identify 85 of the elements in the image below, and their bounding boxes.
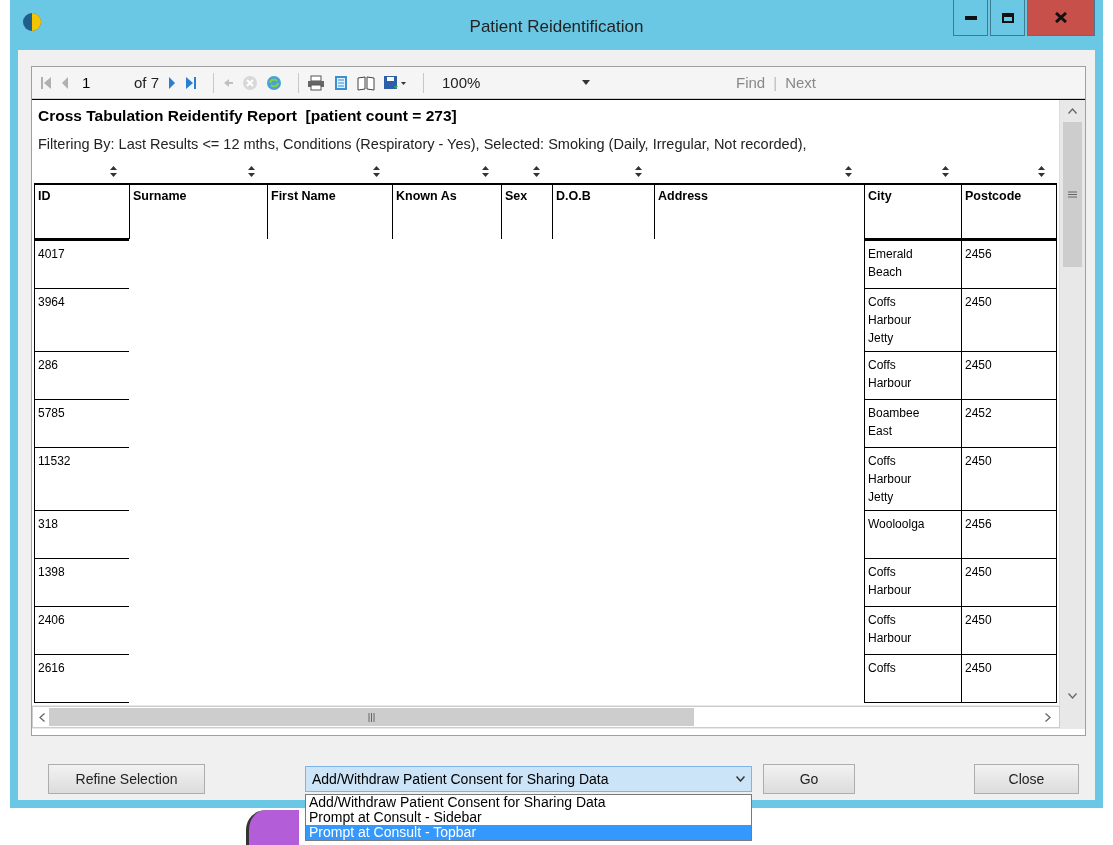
sort-icon[interactable] — [1038, 166, 1045, 177]
column-header: First Name — [267, 183, 392, 239]
table-cell-text: Boambee East — [868, 405, 921, 440]
maximize-button[interactable] — [990, 0, 1025, 36]
table-cell: 2456 — [961, 511, 1057, 559]
column-header: Known As — [392, 183, 501, 239]
table-cell: 2456 — [961, 241, 1057, 289]
window-title: Patient Reidentification — [468, 17, 645, 37]
chevron-down-icon — [1068, 693, 1077, 699]
sort-icon[interactable] — [248, 166, 255, 177]
print-icon[interactable] — [307, 74, 326, 91]
minimize-icon — [964, 15, 977, 20]
go-button[interactable]: Go — [763, 764, 855, 794]
page-number-field[interactable]: 1 — [78, 72, 130, 93]
chevron-left-icon — [39, 712, 45, 722]
page-count: of 7 — [134, 74, 160, 91]
column-header: Postcode — [961, 183, 1057, 241]
filter-description: Filtering By: Last Results <= 12 mths, Conditions (Respiratory - Yes), Selected: Smoking (Daily, Irregular, Not recorded), — [37, 135, 808, 154]
grip-icon — [368, 712, 375, 722]
table-cell: 2450 — [961, 607, 1057, 655]
save-icon[interactable] — [383, 74, 408, 91]
table-cell: 318 — [34, 511, 129, 559]
window-close-button[interactable] — [1027, 0, 1095, 36]
sort-icon[interactable] — [482, 166, 489, 177]
find-separator: | — [773, 74, 778, 91]
app-logo-icon — [22, 12, 42, 32]
sort-icon[interactable] — [373, 166, 380, 177]
table-cell: 4017 — [34, 241, 129, 289]
column-header: ID — [34, 183, 129, 241]
column-header: Address — [654, 183, 864, 239]
caret-icon — [582, 80, 591, 85]
chevron-down-icon — [736, 776, 745, 782]
sort-icon[interactable] — [845, 166, 852, 177]
scrollbar-thumb[interactable] — [49, 708, 694, 726]
column-header: Surname — [129, 183, 267, 239]
refresh-icon[interactable] — [266, 74, 283, 91]
background-shape — [246, 810, 299, 845]
dropdown-option[interactable]: Prompt at Consult - Sidebar — [306, 810, 751, 825]
book-icon[interactable] — [357, 74, 376, 91]
table-cell: 2450 — [961, 655, 1057, 703]
chevron-up-icon — [1068, 108, 1077, 114]
action-dropdown[interactable]: Add/Withdraw Patient Consent for Sharing Data — [305, 766, 752, 792]
table-cell: 2406 — [34, 607, 129, 655]
table-cell: 2450 — [961, 289, 1057, 352]
table-cell-text: Coffs Harbour Jetty — [868, 294, 913, 347]
close-icon — [1055, 12, 1067, 23]
table-cell-text: Coffs Harbour — [868, 612, 913, 647]
sort-icon[interactable] — [635, 166, 642, 177]
column-header: D.O.B — [552, 183, 654, 239]
close-button[interactable]: Close — [974, 764, 1079, 794]
table-cell: 2452 — [961, 400, 1057, 448]
horizontal-scrollbar[interactable] — [32, 706, 1060, 728]
next-page-icon[interactable] — [167, 74, 178, 91]
sort-icon[interactable] — [533, 166, 540, 177]
table-cell-text: Emerald Beach — [868, 246, 914, 281]
table-cell: 2450 — [961, 448, 1057, 511]
minimize-button[interactable] — [953, 0, 988, 36]
page-layout-icon[interactable] — [333, 74, 350, 91]
table-cell: 2616 — [34, 655, 129, 703]
table-cell: 3964 — [34, 289, 129, 352]
maximize-icon — [1001, 12, 1014, 23]
report-title: Cross Tabulation Reidentify Report [patient count = 273] — [37, 106, 458, 126]
sort-icon[interactable] — [942, 166, 949, 177]
column-header: City — [864, 183, 961, 241]
scrollbar-thumb[interactable] — [1063, 122, 1082, 267]
last-page-icon[interactable] — [185, 74, 198, 91]
table-cell-text: Coffs — [868, 660, 897, 677]
chevron-right-icon — [1045, 712, 1051, 722]
table-cell: 11532 — [34, 448, 129, 511]
table-cell-text: Wooloolga — [868, 516, 926, 533]
table-cell-text: Coffs Harbour — [868, 564, 913, 599]
table-cell: 286 — [34, 352, 129, 400]
vertical-scrollbar[interactable] — [1059, 100, 1085, 705]
sort-icon[interactable] — [110, 166, 117, 177]
table-cell: 2450 — [961, 559, 1057, 607]
table-cell: 1398 — [34, 559, 129, 607]
table-cell-text: Coffs Harbour — [868, 357, 913, 392]
table-cell: 5785 — [34, 400, 129, 448]
column-header: Sex — [501, 183, 552, 239]
table-cell: 2450 — [961, 352, 1057, 400]
zoom-dropdown[interactable]: 100% — [436, 74, 597, 91]
dropdown-option[interactable]: Add/Withdraw Patient Consent for Sharing Data — [306, 795, 751, 810]
grip-icon — [1068, 191, 1077, 198]
table-cell-text: Coffs Harbour Jetty — [868, 453, 913, 506]
refine-selection-button[interactable]: Refine Selection — [48, 764, 205, 794]
